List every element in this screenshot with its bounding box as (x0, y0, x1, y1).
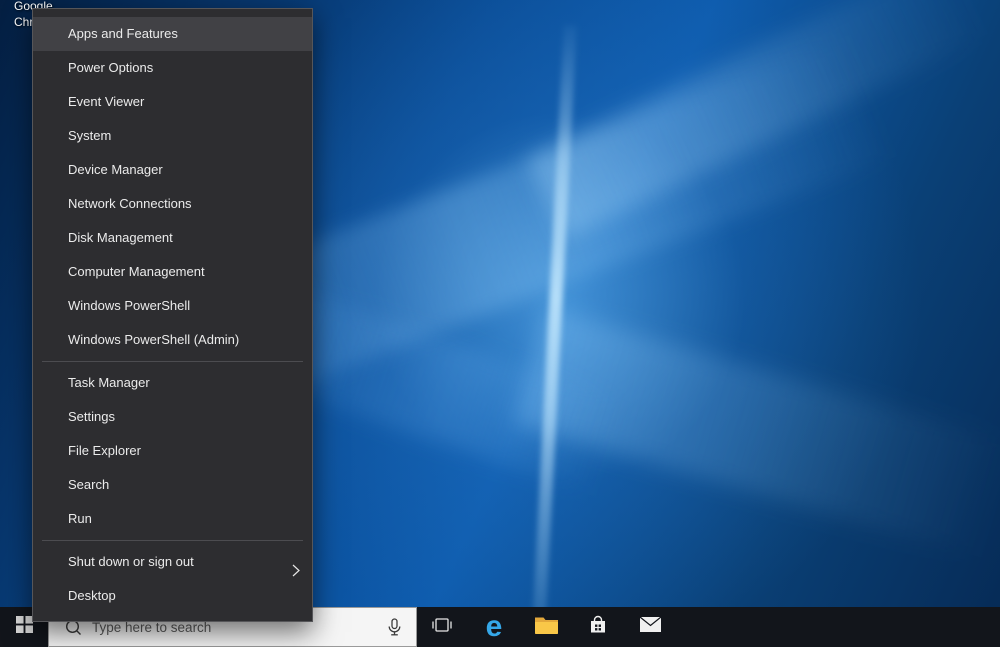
microphone-icon[interactable] (387, 618, 402, 637)
menu-item-computer-management[interactable]: Computer Management (33, 255, 312, 289)
menu-item-settings[interactable]: Settings (33, 400, 312, 434)
menu-item-task-manager[interactable]: Task Manager (33, 366, 312, 400)
edge-browser-button[interactable]: e (468, 607, 520, 647)
menu-item-shut-down-or-sign-out[interactable]: Shut down or sign out (33, 545, 312, 579)
wallpaper-light-ray (527, 0, 1000, 239)
file-explorer-button[interactable] (520, 607, 572, 647)
win-x-context-menu: Apps and Features Power Options Event Vi… (32, 8, 313, 622)
store-bag-icon (588, 615, 608, 640)
menu-item-search[interactable]: Search (33, 468, 312, 502)
menu-item-windows-powershell-admin[interactable]: Windows PowerShell (Admin) (33, 323, 312, 357)
folder-icon (534, 615, 559, 640)
wallpaper-light-ray (514, 308, 1000, 572)
wallpaper-glow-edge (532, 25, 577, 630)
store-button[interactable] (572, 607, 624, 647)
menu-item-desktop[interactable]: Desktop (33, 579, 312, 613)
menu-item-windows-powershell[interactable]: Windows PowerShell (33, 289, 312, 323)
menu-item-device-manager[interactable]: Device Manager (33, 153, 312, 187)
mail-button[interactable] (624, 607, 676, 647)
task-view-icon (431, 616, 453, 639)
menu-item-disk-management[interactable]: Disk Management (33, 221, 312, 255)
menu-item-network-connections[interactable]: Network Connections (33, 187, 312, 221)
edge-icon: e (486, 612, 503, 642)
menu-item-label: Shut down or sign out (68, 554, 194, 569)
menu-item-apps-and-features[interactable]: Apps and Features (33, 17, 312, 51)
mail-envelope-icon (639, 616, 662, 638)
menu-separator (42, 540, 303, 541)
menu-item-event-viewer[interactable]: Event Viewer (33, 85, 312, 119)
windows-logo-icon (16, 616, 33, 638)
menu-item-file-explorer[interactable]: File Explorer (33, 434, 312, 468)
task-view-button[interactable] (416, 607, 468, 647)
menu-item-run[interactable]: Run (33, 502, 312, 536)
menu-separator (42, 361, 303, 362)
menu-item-system[interactable]: System (33, 119, 312, 153)
menu-item-power-options[interactable]: Power Options (33, 51, 312, 85)
